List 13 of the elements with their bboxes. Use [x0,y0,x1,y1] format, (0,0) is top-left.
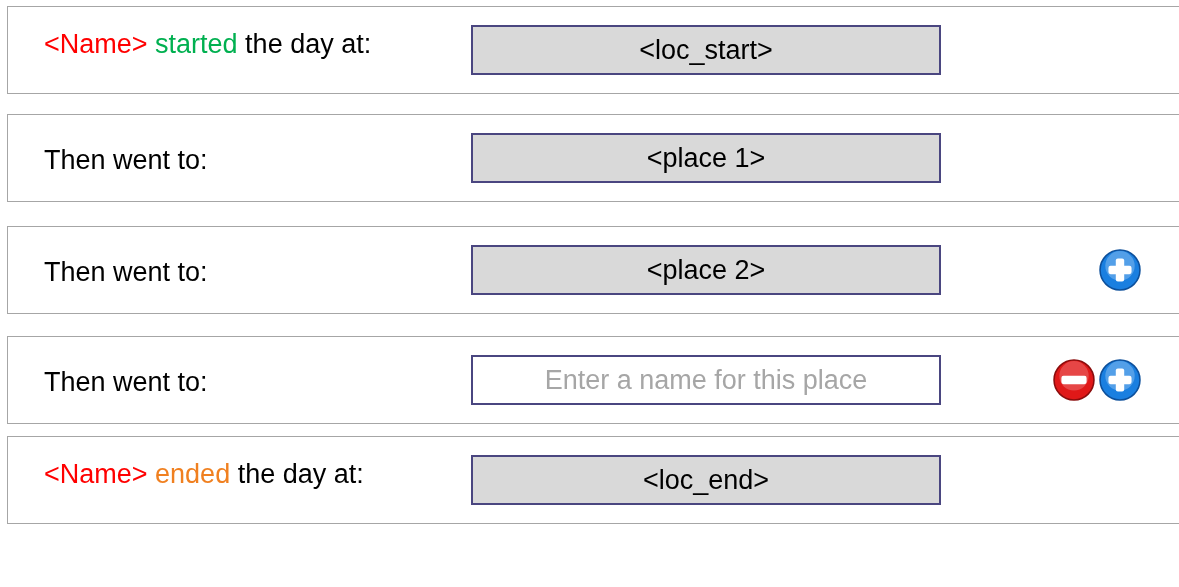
place-input-field[interactable]: <place 1> [471,133,941,183]
place-input-field[interactable]: <place 2> [471,245,941,295]
add-icon[interactable] [1099,249,1141,291]
add-icon[interactable] [1099,359,1141,401]
row-label: Then went to: [44,255,209,289]
row-label: Then went to: [44,143,209,177]
row-label: <Name> ended the day at: [44,457,365,491]
place-input-field[interactable]: Enter a name for this place [471,355,941,405]
remove-icon[interactable] [1053,359,1095,401]
row-label: <Name> started the day at: [44,27,373,61]
place-input-field[interactable]: <loc_end> [471,455,941,505]
place-input-field[interactable]: <loc_start> [471,25,941,75]
row-label: Then went to: [44,365,209,399]
